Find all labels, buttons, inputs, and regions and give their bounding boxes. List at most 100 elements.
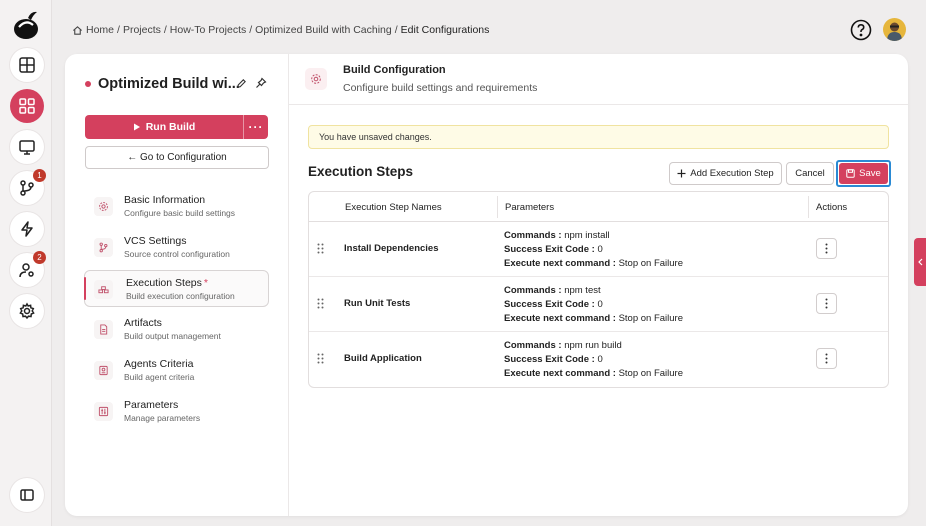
gear-icon	[99, 202, 108, 211]
param-label: Commands :	[504, 230, 562, 241]
nav-item-parameters[interactable]: Parameters Manage parameters	[84, 393, 269, 430]
column-divider	[808, 196, 809, 218]
cancel-button[interactable]: Cancel	[786, 162, 834, 185]
nav-label: Execution Steps *	[126, 277, 208, 289]
nav-item-vcs-settings[interactable]: VCS Settings Source control configuratio…	[84, 229, 269, 266]
nav-label: Parameters	[124, 399, 179, 411]
step-parameters: Commands : npm test Success Exit Code : …	[504, 284, 683, 326]
goto-configuration-button[interactable]: ← Go to Configuration	[85, 146, 269, 169]
rail-settings-button[interactable]	[10, 294, 44, 328]
param-label: Success Exit Code :	[504, 299, 595, 310]
rail-projects-button[interactable]	[10, 89, 44, 123]
breadcrumb-separator: /	[117, 24, 120, 36]
add-execution-step-button[interactable]: Add Execution Step	[669, 162, 782, 185]
sidebar-toggle-icon	[20, 489, 34, 501]
main-card: Optimized Build wi... Run Build ··· ← Go…	[65, 54, 908, 516]
build-title: Optimized Build wi...	[85, 76, 240, 92]
breadcrumb-project[interactable]: Optimized Build with Caching	[255, 24, 392, 36]
run-build-button[interactable]: Run Build ···	[85, 115, 268, 139]
agent-icon	[99, 365, 108, 376]
nav-label: Basic Information	[124, 194, 206, 206]
param-label: Commands :	[504, 285, 562, 296]
avatar[interactable]	[883, 18, 906, 41]
kebab-icon	[825, 353, 828, 364]
nav-item-artifacts[interactable]: Artifacts Build output management	[84, 311, 269, 348]
column-header-actions: Actions	[816, 201, 848, 213]
param-label: Success Exit Code :	[504, 244, 595, 255]
config-nav: Basic Information Configure basic build …	[84, 188, 269, 434]
rail-dashboard-button[interactable]	[10, 48, 44, 82]
user-settings-icon	[19, 263, 34, 278]
param-value: Stop on Failure	[618, 368, 683, 379]
save-button[interactable]: Save	[836, 160, 891, 187]
drag-handle-icon[interactable]	[317, 298, 324, 309]
nav-item-basic-information[interactable]: Basic Information Configure basic build …	[84, 188, 269, 225]
sliders-icon	[98, 406, 109, 417]
side-panel-toggle[interactable]	[914, 238, 926, 286]
row-actions-button[interactable]	[816, 293, 837, 314]
layout-icon	[19, 57, 35, 73]
drag-handle-icon[interactable]	[317, 243, 324, 254]
breadcrumb-separator: /	[163, 24, 167, 36]
rail-users-button[interactable]: 2	[10, 251, 46, 287]
nav-item-execution-steps[interactable]: Execution Steps * Build execution configu…	[84, 270, 269, 307]
param-value: 0	[597, 354, 603, 365]
param-label: Execute next command :	[504, 368, 616, 379]
row-actions-button[interactable]	[816, 348, 837, 369]
home-icon[interactable]	[72, 25, 83, 36]
param-value: npm install	[564, 230, 610, 241]
users-badge: 2	[33, 251, 46, 264]
kebab-icon	[825, 298, 828, 309]
pin-icon[interactable]	[255, 77, 267, 89]
rail-triggers-button[interactable]	[10, 212, 44, 246]
pencil-icon[interactable]	[236, 78, 247, 89]
config-sidebar: Optimized Build wi... Run Build ··· ← Go…	[65, 54, 289, 516]
step-parameters: Commands : npm install Success Exit Code…	[504, 229, 683, 271]
param-label: Commands :	[504, 340, 562, 351]
column-header-step-names: Execution Step Names	[345, 201, 442, 213]
page-subtitle: Configure build settings and requirement…	[343, 82, 538, 94]
column-header-parameters: Parameters	[505, 201, 555, 213]
add-step-label: Add Execution Step	[690, 168, 774, 179]
breadcrumb-projects[interactable]: Projects	[123, 24, 161, 36]
breadcrumb-howto[interactable]: How-To Projects	[170, 24, 246, 36]
save-button-inner[interactable]: Save	[839, 163, 888, 184]
plus-icon	[677, 169, 686, 178]
required-marker: *	[203, 277, 208, 289]
nav-sub: Build output management	[124, 331, 221, 341]
chevron-left-icon	[917, 258, 922, 266]
param-value: npm test	[564, 285, 601, 296]
help-icon[interactable]	[850, 19, 872, 41]
step-name: Run Unit Tests	[344, 298, 411, 309]
rail-monitor-button[interactable]	[10, 130, 44, 164]
nav-item-agents-criteria[interactable]: Agents Criteria Build agent criteria	[84, 352, 269, 389]
rail-collapse-button[interactable]	[10, 478, 44, 512]
save-icon	[846, 169, 855, 178]
lightning-icon	[21, 221, 33, 237]
breadcrumb-separator: /	[249, 24, 253, 36]
section-title: Execution Steps	[308, 164, 414, 179]
param-value: Stop on Failure	[618, 258, 683, 269]
gear-icon	[19, 302, 35, 320]
breadcrumb-home[interactable]: Home	[86, 24, 114, 36]
unsaved-changes-banner: You have unsaved changes.	[308, 125, 889, 149]
build-config-icon-box	[305, 68, 327, 90]
nav-sub: Source control configuration	[124, 249, 230, 259]
steps-icon	[98, 286, 109, 294]
breadcrumb-current: Edit Configurations	[400, 24, 490, 36]
nav-sub: Configure basic build settings	[124, 208, 236, 218]
app-logo-icon[interactable]	[11, 9, 41, 41]
row-actions-button[interactable]	[816, 238, 837, 259]
param-label: Success Exit Code :	[504, 354, 595, 365]
build-title-text: Optimized Build wi...	[98, 76, 240, 92]
rail-vcs-button[interactable]: 1	[10, 169, 46, 205]
run-more-button[interactable]: ···	[244, 115, 268, 139]
table-header: Execution Step Names Parameters Actions	[309, 192, 888, 222]
drag-handle-icon[interactable]	[317, 353, 324, 364]
nav-label: Agents Criteria	[124, 358, 194, 370]
monitor-icon	[19, 140, 35, 155]
run-build-main[interactable]: Run Build	[85, 115, 244, 139]
vcs-badge: 1	[33, 169, 46, 182]
param-label: Execute next command :	[504, 258, 616, 269]
run-build-label: Run Build	[145, 121, 196, 133]
